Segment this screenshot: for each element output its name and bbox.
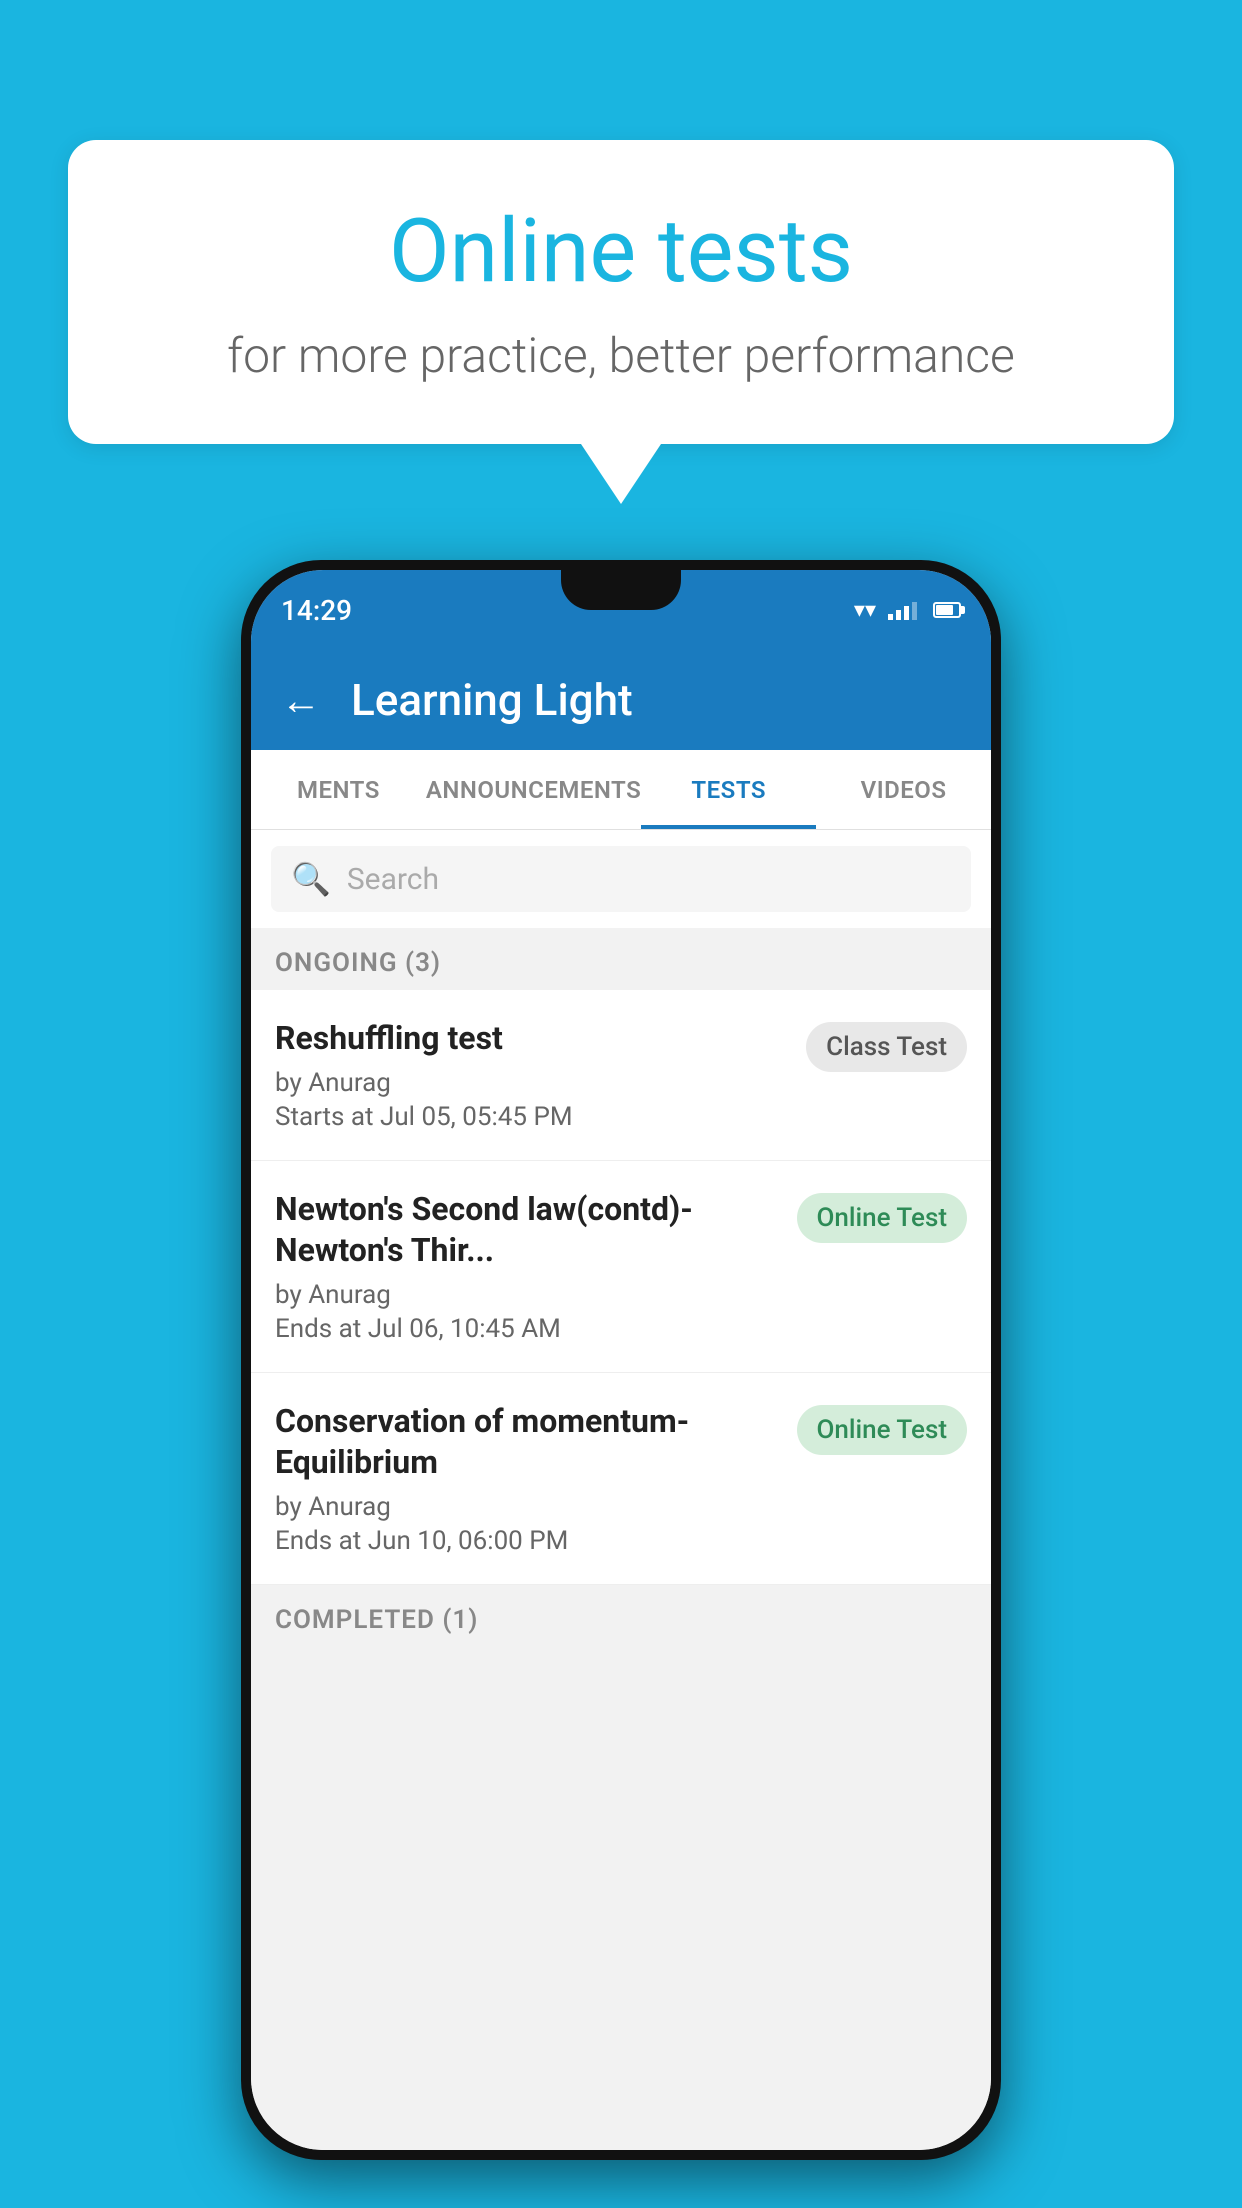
test-name-1: Reshuffling test (275, 1018, 790, 1060)
search-input[interactable]: Search (347, 862, 439, 897)
test-info-2: Newton's Second law(contd)-Newton's Thir… (275, 1189, 797, 1344)
battery-fill (936, 605, 953, 615)
test-list: Reshuffling test by Anurag Starts at Jul… (251, 990, 991, 1585)
speech-bubble-wrapper: Online tests for more practice, better p… (68, 140, 1174, 504)
test-author-2: by Anurag (275, 1280, 781, 1310)
app-title: Learning Light (351, 674, 633, 726)
speech-bubble-title: Online tests (148, 200, 1094, 303)
wifi-icon: ▾▾ (854, 598, 876, 623)
test-name-2: Newton's Second law(contd)-Newton's Thir… (275, 1189, 781, 1272)
status-icons: ▾▾ (854, 598, 961, 623)
test-author-1: by Anurag (275, 1068, 790, 1098)
speech-bubble-subtitle: for more practice, better performance (148, 327, 1094, 384)
test-time-3: Ends at Jun 10, 06:00 PM (275, 1526, 781, 1556)
test-author-3: by Anurag (275, 1492, 781, 1522)
phone-inner: 14:29 ▾▾ (251, 570, 991, 2150)
signal-bar-1 (888, 614, 893, 620)
test-time-2: Ends at Jul 06, 10:45 AM (275, 1314, 781, 1344)
signal-icon (888, 600, 917, 620)
test-name-3: Conservation of momentum-Equilibrium (275, 1401, 781, 1484)
notch (561, 570, 681, 610)
search-input-inner[interactable]: 🔍 Search (271, 846, 971, 912)
tab-announcements[interactable]: ANNOUNCEMENTS (426, 750, 641, 829)
completed-section-header: COMPLETED (1) (251, 1585, 991, 1647)
ongoing-section-header: ONGOING (3) (251, 928, 991, 990)
speech-bubble-arrow (581, 444, 661, 504)
tab-ments[interactable]: MENTS (251, 750, 426, 829)
test-time-1: Starts at Jul 05, 05:45 PM (275, 1102, 790, 1132)
phone-screen: 14:29 ▾▾ (251, 570, 991, 2150)
test-item[interactable]: Newton's Second law(contd)-Newton's Thir… (251, 1161, 991, 1373)
test-badge-2: Online Test (797, 1193, 968, 1243)
search-bar-wrapper: 🔍 Search (251, 830, 991, 928)
ongoing-section-title: ONGOING (3) (275, 948, 441, 978)
tab-bar: MENTS ANNOUNCEMENTS TESTS VIDEOS (251, 750, 991, 830)
test-badge-3: Online Test (797, 1405, 968, 1455)
tab-videos[interactable]: VIDEOS (816, 750, 991, 829)
signal-bar-4 (912, 602, 917, 620)
signal-bar-3 (904, 606, 909, 620)
battery-icon (933, 602, 961, 618)
status-bar: 14:29 ▾▾ (251, 570, 991, 650)
test-info-3: Conservation of momentum-Equilibrium by … (275, 1401, 797, 1556)
completed-section-title: COMPLETED (1) (275, 1605, 478, 1635)
test-info-1: Reshuffling test by Anurag Starts at Jul… (275, 1018, 806, 1132)
test-badge-1: Class Test (806, 1022, 967, 1072)
status-time: 14:29 (281, 594, 352, 627)
search-icon: 🔍 (291, 860, 331, 898)
test-item[interactable]: Reshuffling test by Anurag Starts at Jul… (251, 990, 991, 1161)
test-item[interactable]: Conservation of momentum-Equilibrium by … (251, 1373, 991, 1585)
signal-bar-2 (896, 610, 901, 620)
phone-frame: 14:29 ▾▾ (241, 560, 1001, 2160)
speech-bubble: Online tests for more practice, better p… (68, 140, 1174, 444)
tab-tests[interactable]: TESTS (641, 750, 816, 829)
phone-content: 🔍 Search ONGOING (3) Reshuffling test by… (251, 830, 991, 2150)
app-header: ← Learning Light (251, 650, 991, 750)
back-button[interactable]: ← (281, 677, 321, 724)
